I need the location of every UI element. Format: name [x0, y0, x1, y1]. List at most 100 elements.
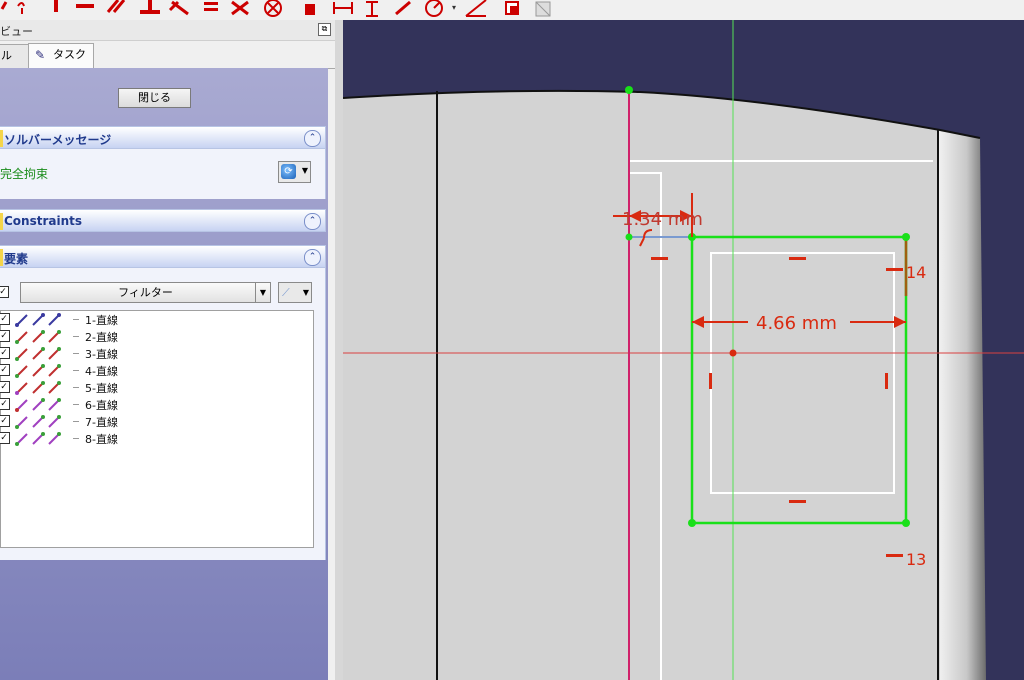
- list-item[interactable]: ✓ 6-直線: [0, 396, 301, 413]
- block-constraint-icon[interactable]: [264, 0, 282, 17]
- edge-icon: ⟋: [282, 286, 290, 299]
- panel-title: ビュー: [0, 25, 33, 38]
- collapse-icon[interactable]: ⌃: [304, 213, 321, 230]
- vertical-constraint-icon[interactable]: [709, 373, 712, 389]
- separator: [73, 438, 79, 439]
- tab-model-label: ル: [1, 49, 12, 62]
- elements-box: 要素 ⌃ ✓ フィルター ▼ ⟋ ▼ ✓ 1-直線 ✓ 2-直線 ✓ 3-直線 …: [0, 245, 326, 560]
- parallel-constraint-icon[interactable]: [106, 0, 126, 13]
- element-label: 4-直線: [85, 365, 118, 378]
- elements-body: ✓ フィルター ▼ ⟋ ▼ ✓ 1-直線 ✓ 2-直線 ✓ 3-直線 ✓ 4-直…: [0, 268, 326, 560]
- list-item[interactable]: ✓ 1-直線: [0, 311, 301, 328]
- element-label: 7-直線: [85, 416, 118, 429]
- edge-state-icons: [15, 313, 61, 327]
- element-checkbox[interactable]: ✓: [0, 432, 10, 444]
- vertical-constraint-icon[interactable]: [54, 0, 58, 12]
- symmetric-constraint-icon[interactable]: [231, 0, 249, 16]
- chevron-down-icon: ▼: [302, 288, 309, 297]
- collapse-icon[interactable]: ⌃: [304, 130, 321, 147]
- horizontal-constraint-icon[interactable]: [76, 4, 94, 8]
- select-all-checkbox[interactable]: ✓: [0, 286, 9, 298]
- vertical-distance-icon[interactable]: [366, 1, 378, 17]
- refresh-button[interactable]: ⟳ ▼: [278, 161, 311, 183]
- edge-state-icons: [15, 381, 61, 395]
- edge-state-icons: [15, 432, 61, 446]
- solid-side-face: [938, 130, 986, 680]
- element-label: 8-直線: [85, 433, 118, 446]
- element-checkbox[interactable]: ✓: [0, 347, 10, 359]
- element-label: 5-直線: [85, 382, 118, 395]
- horizontal-constraint-icon[interactable]: [789, 257, 806, 260]
- list-item[interactable]: ✓ 2-直線: [0, 328, 301, 345]
- element-checkbox[interactable]: ✓: [0, 415, 10, 427]
- element-filter-button[interactable]: ⟋ ▼: [278, 282, 312, 303]
- list-item[interactable]: ✓ 5-直線: [0, 379, 301, 396]
- undock-icon[interactable]: ⧉: [318, 23, 331, 36]
- element-label: 1-直線: [85, 314, 118, 327]
- edge-state-icons: [15, 364, 61, 378]
- edge-state-icons: [15, 415, 61, 429]
- solver-title: ソルバーメッセージ: [4, 133, 112, 147]
- width-dimension-label[interactable]: 4.66 mm: [756, 313, 837, 334]
- lock-constraint-icon[interactable]: [305, 4, 315, 15]
- separator: [73, 387, 79, 388]
- tangent-constraint-icon[interactable]: [168, 0, 189, 16]
- pencil-icon: ✎: [35, 48, 46, 62]
- origin-point[interactable]: [729, 349, 737, 357]
- separator: [73, 421, 79, 422]
- collapse-icon[interactable]: ⌃: [304, 249, 321, 266]
- edge-state-icons: [15, 347, 61, 361]
- filter-label: フィルター: [118, 286, 173, 299]
- toggle-driving-icon[interactable]: [505, 1, 519, 15]
- distance-icon[interactable]: [395, 0, 411, 16]
- separator: [73, 336, 79, 337]
- equal-constraint-icon[interactable]: [204, 2, 218, 11]
- horizontal-constraint-icon[interactable]: [886, 268, 903, 271]
- element-checkbox[interactable]: ✓: [0, 398, 10, 410]
- constraint-index-label: 13: [906, 550, 926, 569]
- angle-icon[interactable]: [465, 0, 487, 17]
- sketch-point[interactable]: [902, 519, 910, 527]
- filter-dropdown[interactable]: フィルター ▼: [20, 282, 271, 303]
- element-label: 3-直線: [85, 348, 118, 361]
- constraint-icon[interactable]: [0, 1, 8, 10]
- offset-dimension-label[interactable]: 1.34 mm: [622, 209, 703, 230]
- activate-constraint-icon[interactable]: [535, 1, 551, 17]
- close-button[interactable]: 閉じる: [118, 88, 191, 108]
- list-item[interactable]: ✓ 7-直線: [0, 413, 301, 430]
- elements-header[interactable]: 要素 ⌃: [0, 245, 326, 268]
- constraint-index-label: 14: [906, 263, 926, 282]
- 3d-view[interactable]: 14 13 4.66 mm 1.34 mm: [335, 20, 1024, 680]
- horizontal-distance-icon[interactable]: [333, 2, 353, 14]
- solver-header[interactable]: ソルバーメッセージ ⌃: [0, 126, 326, 149]
- separator: [73, 370, 79, 371]
- horizontal-constraint-icon[interactable]: [789, 500, 806, 503]
- sketch-canvas[interactable]: 14 13 4.66 mm 1.34 mm: [335, 20, 1024, 680]
- perpendicular-constraint-icon[interactable]: [140, 0, 160, 14]
- constraints-header[interactable]: Constraints ⌃: [0, 209, 326, 232]
- list-item[interactable]: ✓ 8-直線: [0, 430, 301, 447]
- tab-tasks[interactable]: ✎ タスク: [28, 43, 94, 68]
- sketch-point[interactable]: [625, 86, 633, 94]
- element-checkbox[interactable]: ✓: [0, 364, 10, 376]
- header-accent: [0, 249, 3, 266]
- element-checkbox[interactable]: ✓: [0, 381, 10, 393]
- sketch-point[interactable]: [625, 233, 633, 241]
- list-item[interactable]: ✓ 4-直線: [0, 362, 301, 379]
- chevron-down-icon: ▼: [255, 283, 270, 302]
- vertical-constraint-icon[interactable]: [885, 373, 888, 389]
- list-item[interactable]: ✓ 3-直線: [0, 345, 301, 362]
- horizontal-constraint-icon[interactable]: [651, 257, 668, 260]
- sketch-point[interactable]: [688, 519, 696, 527]
- element-checkbox[interactable]: ✓: [0, 330, 10, 342]
- constraints-box: Constraints ⌃: [0, 209, 326, 233]
- tab-tasks-label: タスク: [53, 48, 86, 61]
- radius-icon[interactable]: ▾: [425, 0, 456, 17]
- panel-tabs: ル ✎ タスク: [0, 42, 335, 69]
- separator: [73, 319, 79, 320]
- horizontal-constraint-icon[interactable]: [886, 554, 903, 557]
- element-checkbox[interactable]: ✓: [0, 313, 10, 325]
- element-label: 2-直線: [85, 331, 118, 344]
- sketch-point[interactable]: [902, 233, 910, 241]
- constraint-icon[interactable]: [17, 2, 25, 14]
